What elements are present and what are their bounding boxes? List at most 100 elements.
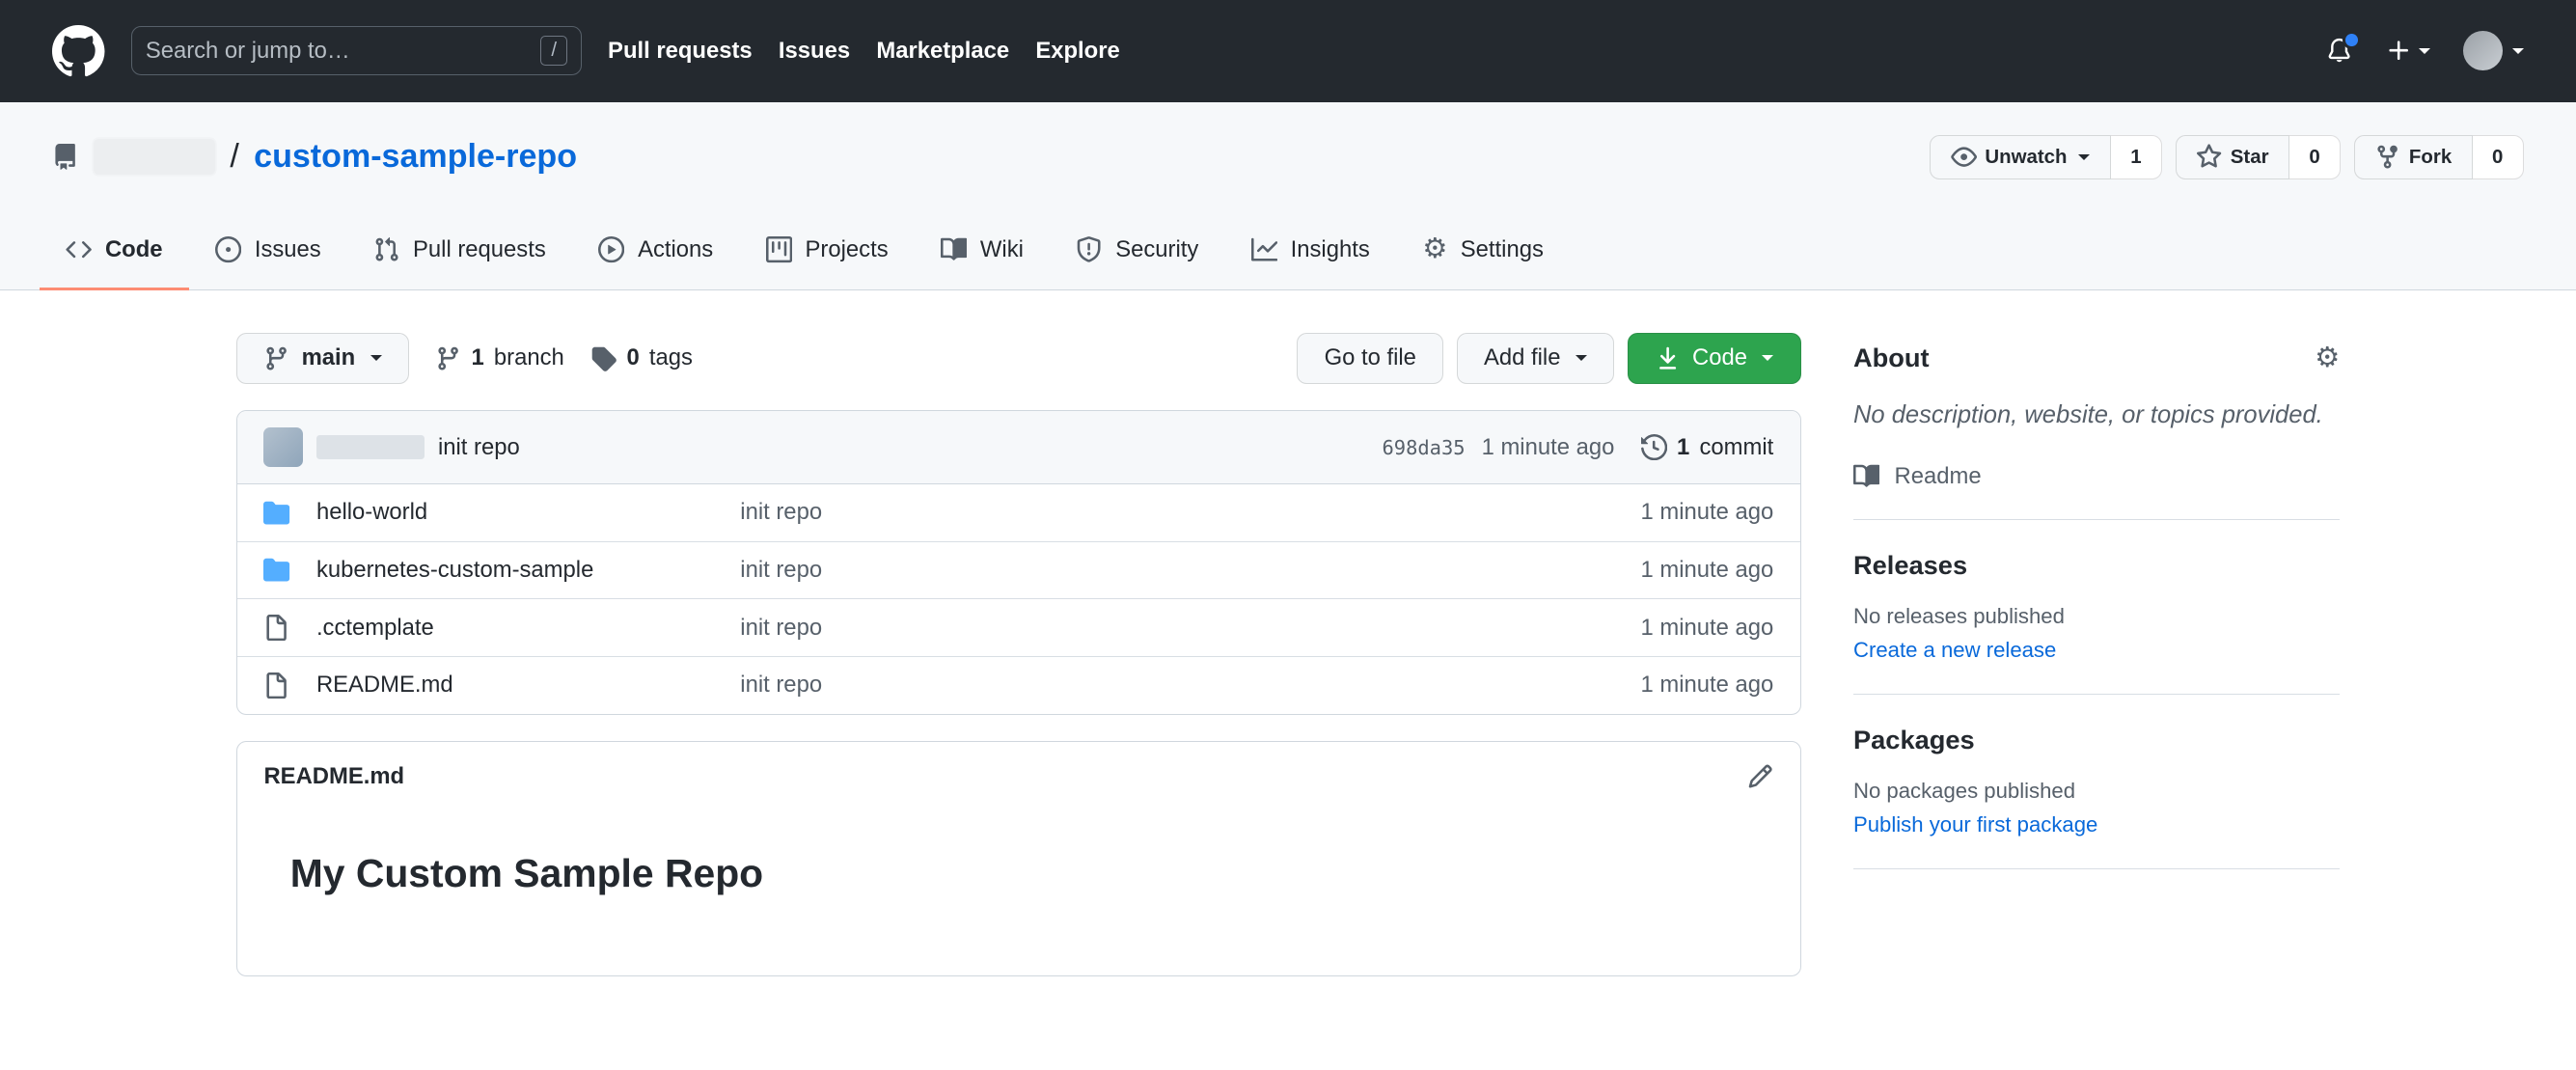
commit-time[interactable]: 1 minute ago [1482,434,1615,461]
chevron-down-icon [2418,47,2430,54]
tab-wiki[interactable]: Wiki [915,212,1050,290]
create-new-menu[interactable] [2386,38,2430,64]
readme-anchor-link[interactable]: Readme [1853,463,2340,490]
chevron-down-icon [370,355,382,361]
sidebar-about: About ⚙ No description, website, or topi… [1852,333,2341,521]
table-row: hello-world init repo 1 minute ago [237,484,1799,541]
chevron-down-icon [2511,47,2524,54]
plus-icon [2386,38,2412,64]
breadcrumb-separator: / [230,138,239,176]
releases-title: Releases [1852,550,1968,581]
file-commit-time[interactable]: 1 minute ago [1511,499,1773,526]
edit-readme-button[interactable] [1747,763,1773,790]
tab-code[interactable]: Code [39,212,189,291]
unread-notification-dot [2343,31,2362,50]
breadcrumb: / custom-sample-repo [52,138,577,176]
edit-repo-details-button[interactable]: ⚙ [2315,343,2340,373]
commit-message-link[interactable]: init repo [438,434,520,461]
code-download-button[interactable]: Code [1627,332,1801,384]
repo-name-link[interactable]: custom-sample-repo [254,138,577,176]
commit-author-avatar-redacted[interactable] [263,427,304,467]
about-title: About [1852,343,1930,373]
branch-selector-button[interactable]: main [236,332,409,384]
commit-history-link[interactable]: 1 commit [1641,434,1773,461]
file-commit-message-link[interactable]: init repo [740,672,1511,699]
repo-tab-nav: Code Issues Pull requests Actions Projec… [0,212,2576,291]
git-branch-icon [435,345,461,371]
top-navbar: / Pull requests Issues Marketplace Explo… [0,0,2576,102]
history-icon [1641,434,1667,460]
file-commit-message-link[interactable]: init repo [740,557,1511,584]
fork-icon [2374,144,2400,170]
search-box[interactable]: / [131,26,582,76]
file-name-link[interactable]: README.md [316,672,740,699]
user-menu[interactable] [2462,31,2524,71]
github-logo[interactable] [52,25,104,77]
sidebar: About ⚙ No description, website, or topi… [1852,333,2341,869]
file-commit-message-link[interactable]: init repo [740,615,1511,642]
main-container: main 1 branch 0 tags Go to file Add file… [236,290,2341,976]
nav-explore[interactable]: Explore [1035,38,1119,65]
packages-empty-text: No packages published [1852,778,2075,803]
search-input[interactable] [145,37,528,65]
fork-button[interactable]: Fork [2353,134,2473,179]
tab-projects[interactable]: Projects [739,212,914,290]
file-name-link[interactable]: kubernetes-custom-sample [316,557,740,584]
tab-issues[interactable]: Issues [189,212,347,290]
nav-marketplace[interactable]: Marketplace [876,38,1009,65]
tab-insights[interactable]: Insights [1225,212,1396,290]
releases-empty-text: No releases published [1852,603,2065,628]
avatar [2462,31,2503,71]
tab-actions[interactable]: Actions [572,212,739,290]
commit-author-name-redacted[interactable] [315,434,425,460]
repo-owner-link-redacted[interactable] [94,139,216,176]
file-commit-time[interactable]: 1 minute ago [1511,615,1773,642]
tab-pull-requests[interactable]: Pull requests [347,212,572,290]
repo-header: / custom-sample-repo Unwatch 1 Star 0 Fo… [0,101,2576,291]
create-release-link[interactable]: Create a new release [1853,638,2056,663]
star-button[interactable]: Star [2175,134,2289,179]
unwatch-button[interactable]: Unwatch [1930,134,2111,179]
git-pull-request-icon [373,236,399,262]
repo-actions: Unwatch 1 Star 0 Fork 0 [1930,134,2524,179]
file-navigation: main 1 branch 0 tags Go to file Add file… [236,332,1801,384]
eye-icon [1951,144,1977,170]
add-file-button[interactable]: Add file [1456,332,1615,384]
book-icon [941,236,967,262]
slash-shortcut-badge: / [540,36,568,67]
chevron-down-icon [1575,355,1587,361]
file-commit-time[interactable]: 1 minute ago [1511,672,1773,699]
file-icon [263,672,289,699]
tab-security[interactable]: Security [1050,212,1224,290]
forks-count[interactable]: 0 [2472,134,2524,179]
stars-count[interactable]: 0 [2288,134,2342,179]
file-name-link[interactable]: .cctemplate [316,615,740,642]
book-icon [1853,463,1879,489]
branches-link[interactable]: 1 branch [435,344,564,371]
watchers-count[interactable]: 1 [2110,134,2163,179]
publish-package-link[interactable]: Publish your first package [1853,812,2097,837]
shield-icon [1076,236,1102,262]
file-commit-time[interactable]: 1 minute ago [1511,557,1773,584]
file-commit-message-link[interactable]: init repo [740,499,1511,526]
nav-issues[interactable]: Issues [779,38,850,65]
file-name-link[interactable]: hello-world [316,499,740,526]
notifications-button[interactable] [2326,31,2362,64]
repo-icon [52,144,78,170]
tab-settings[interactable]: ⚙ Settings [1396,212,1570,290]
table-row: kubernetes-custom-sample init repo 1 min… [237,540,1800,599]
chevron-down-icon [1762,355,1774,361]
go-to-file-button[interactable]: Go to file [1297,332,1444,384]
tags-link[interactable]: 0 tags [590,344,693,371]
table-row: .cctemplate init repo 1 minute ago [237,598,1800,656]
sidebar-releases: Releases No releases published Create a … [1852,520,2341,696]
tag-icon [590,345,617,371]
commit-hash-link[interactable]: 698da35 [1382,436,1465,459]
code-icon [66,236,92,262]
nav-pull-requests[interactable]: Pull requests [608,38,753,65]
issue-opened-icon [215,236,241,262]
folder-icon [263,500,289,526]
star-icon [2196,144,2222,170]
gear-icon: ⚙ [2315,343,2341,374]
header-right [2326,31,2524,71]
